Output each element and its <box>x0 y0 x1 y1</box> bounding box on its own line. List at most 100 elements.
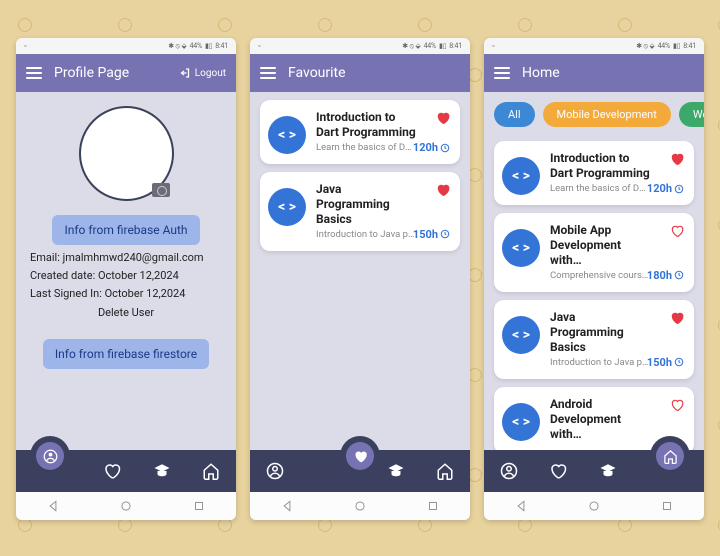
system-nav <box>484 492 704 520</box>
favourite-button[interactable] <box>670 397 684 416</box>
delete-user-button[interactable]: Delete User <box>16 306 236 319</box>
hours-label: 180h <box>647 269 684 282</box>
course-card[interactable]: < > Java Programming Basics Introduction… <box>494 300 694 379</box>
page-title: Profile Page <box>54 65 167 81</box>
graduation-cap-icon <box>153 462 171 480</box>
avatar[interactable] <box>16 92 236 209</box>
nav-bump <box>650 436 690 476</box>
nav-bump <box>30 436 70 476</box>
hours-label: 120h <box>413 141 450 154</box>
home-icon <box>436 462 454 480</box>
user-circle-icon <box>500 462 518 480</box>
clock-icon <box>674 184 684 194</box>
heart-icon <box>436 183 450 197</box>
nav-profile-button[interactable] <box>266 462 284 480</box>
menu-icon[interactable] <box>494 67 510 79</box>
phone-favourite: ▫ ✱ ⦸ ⬙ 44% ▮▯ 8:41 Favourite < > Introd… <box>250 38 470 520</box>
favourite-button[interactable] <box>670 223 684 242</box>
app-bar: Profile Page Logout <box>16 54 236 92</box>
status-bar: ▫ ✱ ⦸ ⬙ 44% ▮▯ 8:41 <box>484 38 704 54</box>
info-auth-button[interactable]: Info from firebase Auth <box>52 215 199 245</box>
nav-courses-button[interactable] <box>599 462 617 480</box>
page-title: Favourite <box>288 65 460 81</box>
camera-icon[interactable] <box>152 183 170 197</box>
code-icon: < > <box>268 188 306 226</box>
card-desc: Comprehensive course on how to build mob… <box>550 270 650 282</box>
signed-in-label: Last Signed In: October 12,2024 <box>30 287 222 300</box>
heart-icon <box>670 311 684 325</box>
course-card[interactable]: < > Introduction to Dart Programming Lea… <box>260 100 460 164</box>
logout-label: Logout <box>195 68 226 79</box>
home-button[interactable] <box>353 499 367 513</box>
favourite-button[interactable] <box>436 110 450 129</box>
status-battery: 44% <box>190 42 202 50</box>
heart-icon <box>353 449 368 464</box>
graduation-cap-icon <box>599 462 617 480</box>
card-title: Mobile App Development with… <box>550 223 650 268</box>
back-button[interactable] <box>46 499 60 513</box>
code-icon: < > <box>502 157 540 195</box>
app-bar: Home <box>484 54 704 92</box>
phone-profile: ▫ ✱ ⦸ ⬙ 44% ▮▯ 8:41 Profile Page Logout … <box>16 38 236 520</box>
nav-fav-button[interactable] <box>549 462 567 480</box>
code-icon: < > <box>502 229 540 267</box>
course-card[interactable]: < > Mobile App Development with… Compreh… <box>494 213 694 292</box>
code-icon: < > <box>502 316 540 354</box>
home-button[interactable] <box>119 499 133 513</box>
nav-home-button[interactable] <box>436 462 454 480</box>
recents-button[interactable] <box>426 499 440 513</box>
nav-fav-button[interactable] <box>346 442 374 470</box>
favourite-list: < > Introduction to Dart Programming Lea… <box>250 92 470 450</box>
bottom-nav <box>250 450 470 492</box>
bottom-nav <box>484 450 704 492</box>
card-title: Android Development with… <box>550 397 650 442</box>
nav-profile-button[interactable] <box>36 442 64 470</box>
home-icon <box>202 462 220 480</box>
nav-courses-button[interactable] <box>153 462 171 480</box>
nav-home-button[interactable] <box>656 442 684 470</box>
favourite-button[interactable] <box>670 310 684 329</box>
recents-button[interactable] <box>192 499 206 513</box>
user-circle-icon <box>266 462 284 480</box>
recents-button[interactable] <box>660 499 674 513</box>
favourite-button[interactable] <box>670 151 684 170</box>
chip-mobile-development[interactable]: Mobile Development <box>543 102 671 127</box>
nav-fav-button[interactable] <box>103 462 121 480</box>
heart-icon <box>670 224 684 238</box>
home-button[interactable] <box>587 499 601 513</box>
chip-web-dev[interactable]: Web Dev <box>679 102 704 127</box>
card-desc: Introduction to Java programming and its… <box>316 229 416 241</box>
card-title: Introduction to Dart Programming <box>550 151 650 181</box>
status-time: 8:41 <box>215 42 228 50</box>
nav-home-button[interactable] <box>202 462 220 480</box>
nav-bump <box>340 436 380 476</box>
back-button[interactable] <box>514 499 528 513</box>
system-nav <box>250 492 470 520</box>
course-card[interactable]: < > Introduction to Dart Programming Lea… <box>494 141 694 205</box>
status-icons: ✱ ⦸ ⬙ <box>168 42 186 51</box>
heart-icon <box>670 152 684 166</box>
hours-label: 120h <box>647 182 684 195</box>
category-chips: All Mobile Development Web Dev <box>484 92 704 133</box>
card-title: Java Programming Basics <box>316 182 416 227</box>
heart-icon <box>549 462 567 480</box>
user-circle-icon <box>43 449 58 464</box>
heart-icon <box>670 398 684 412</box>
heart-icon <box>436 111 450 125</box>
chip-all[interactable]: All <box>494 102 535 127</box>
nav-courses-button[interactable] <box>387 462 405 480</box>
back-button[interactable] <box>280 499 294 513</box>
menu-icon[interactable] <box>260 67 276 79</box>
graduation-cap-icon <box>387 462 405 480</box>
course-card[interactable]: < > Java Programming Basics Introduction… <box>260 172 460 251</box>
card-desc: Introduction to Java programming and its… <box>550 357 650 369</box>
nav-profile-button[interactable] <box>500 462 518 480</box>
menu-icon[interactable] <box>26 67 42 79</box>
clock-icon <box>440 229 450 239</box>
status-bar: ▫ ✱ ⦸ ⬙ 44% ▮▯ 8:41 <box>16 38 236 54</box>
phone-home: ▫ ✱ ⦸ ⬙ 44% ▮▯ 8:41 Home All Mobile Deve… <box>484 38 704 520</box>
favourite-button[interactable] <box>436 182 450 201</box>
logout-button[interactable]: Logout <box>179 67 226 79</box>
info-firestore-button[interactable]: Info from firebase firestore <box>43 339 209 369</box>
clock-icon <box>674 357 684 367</box>
